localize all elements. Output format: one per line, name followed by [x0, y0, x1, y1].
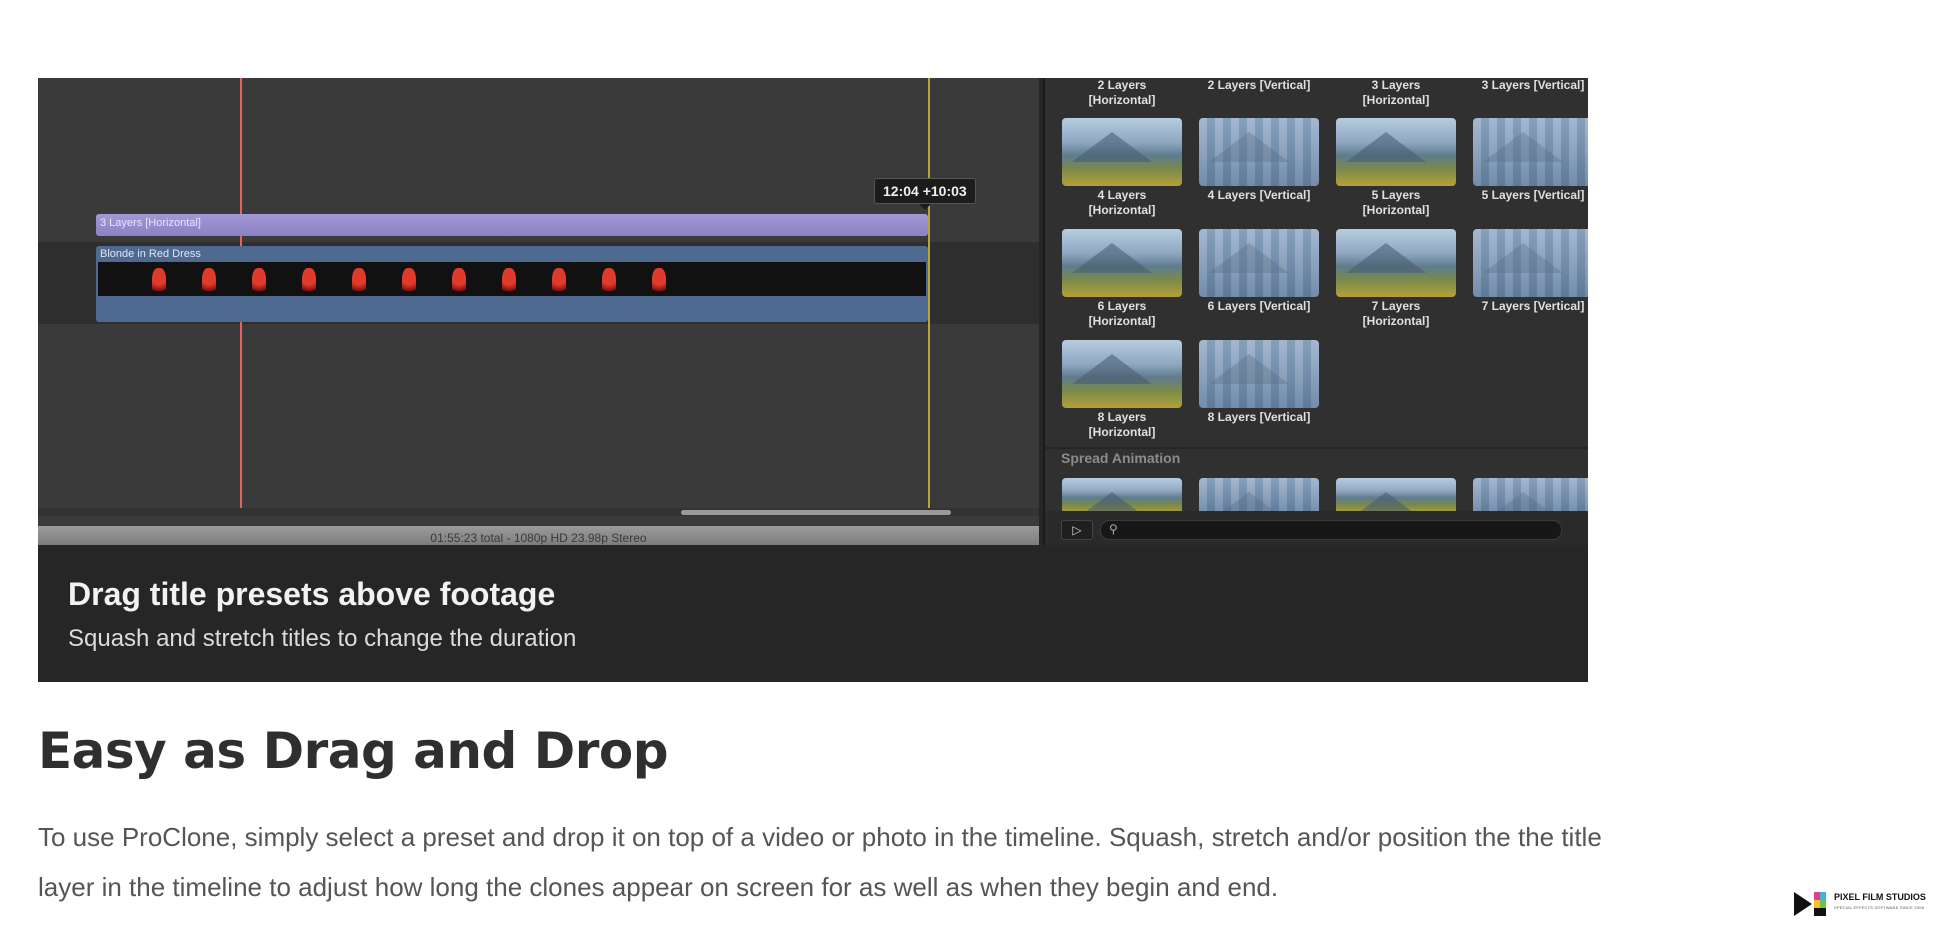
preset-item[interactable]: 2 Layers [Horizontal] — [1062, 78, 1182, 116]
frame-thumbnail — [202, 268, 216, 296]
status-bar: 01:55:23 total - 1080p HD 23.98p Stereo — [38, 526, 1039, 545]
caption-subtitle: Squash and stretch titles to change the … — [68, 625, 577, 652]
sidebar-toggle-button[interactable]: ▷ — [1061, 520, 1093, 540]
preset-thumbnail[interactable] — [1473, 118, 1588, 186]
logo-tagline: SPECIAL EFFECTS SOFTWARE SINCE 2008 — [1834, 905, 1925, 910]
preset-label: 7 Layers [Vertical] — [1481, 299, 1585, 313]
frame-thumbnail — [452, 268, 466, 296]
preset-label: 7 Layers [Horizontal] — [1362, 299, 1430, 328]
frame-thumbnail — [352, 268, 366, 296]
frame-thumbnail — [502, 268, 516, 296]
section-label: Spread Animation — [1061, 450, 1181, 466]
preset-label: 8 Layers [Horizontal] — [1088, 410, 1156, 439]
pixel-film-studios-logo[interactable]: PIXEL FILM STUDIOS SPECIAL EFFECTS SOFTW… — [1792, 888, 1932, 920]
timeline[interactable]: 12:04 +10:03 3 Layers [Horizontal] Blond… — [38, 78, 1039, 545]
browser-footer: ▷ ⚲ — [1045, 511, 1588, 545]
preset-thumbnail[interactable] — [1473, 229, 1588, 297]
logo-icon — [1792, 890, 1828, 918]
preset-label: 2 Layers [Vertical] — [1207, 78, 1311, 92]
title-clip-label: 3 Layers [Horizontal] — [100, 217, 201, 229]
preset-item[interactable]: 6 Layers [Vertical] — [1199, 227, 1319, 338]
preset-thumbnail[interactable] — [1336, 118, 1456, 186]
preset-thumbnail[interactable] — [1336, 478, 1456, 514]
playhead-line[interactable] — [928, 78, 930, 508]
preset-item[interactable]: 8 Layers [Horizontal] — [1062, 338, 1182, 449]
preset-thumbnail[interactable] — [1336, 229, 1456, 297]
frame-thumbnail — [652, 268, 666, 296]
preset-label: 3 Layers [Horizontal] — [1362, 78, 1430, 107]
preset-thumbnail[interactable] — [1062, 478, 1182, 514]
preset-label: 3 Layers [Vertical] — [1481, 78, 1585, 92]
search-input[interactable]: ⚲ — [1100, 520, 1562, 540]
titles-browser[interactable]: 2 Layers [Horizontal] 2 Layers [Vertical]… — [1043, 78, 1588, 545]
preset-grid: 2 Layers [Horizontal] 2 Layers [Vertical]… — [1062, 78, 1588, 449]
scrollbar-thumb[interactable] — [681, 510, 951, 515]
preset-thumbnail[interactable] — [1062, 118, 1182, 186]
section-body: To use ProClone, simply select a preset … — [38, 822, 1602, 902]
section-divider — [1045, 447, 1588, 449]
preset-thumbnail[interactable] — [1199, 118, 1319, 186]
search-icon: ⚲ — [1109, 522, 1118, 536]
frame-thumbnail — [302, 268, 316, 296]
title-clip[interactable]: 3 Layers [Horizontal] — [96, 214, 928, 236]
video-clip[interactable]: Blonde in Red Dress — [96, 246, 928, 322]
preset-item[interactable]: 3 Layers [Vertical] — [1473, 78, 1588, 116]
preset-thumbnail[interactable] — [1062, 340, 1182, 408]
preset-thumbnail[interactable] — [1473, 478, 1588, 514]
section-heading: Easy as Drag and Drop — [38, 722, 669, 780]
caption-title: Drag title presets above footage — [68, 576, 556, 612]
preset-item[interactable]: 4 Layers [Vertical] — [1199, 116, 1319, 227]
preset-item[interactable]: 7 Layers [Horizontal] — [1336, 227, 1456, 338]
preset-label: 4 Layers [Vertical] — [1207, 188, 1311, 202]
preset-label: 4 Layers [Horizontal] — [1088, 188, 1156, 217]
preset-item[interactable]: 5 Layers [Vertical] — [1473, 116, 1588, 227]
frame-thumbnail — [602, 268, 616, 296]
preset-thumbnail[interactable] — [1199, 229, 1319, 297]
preset-label: 8 Layers [Vertical] — [1207, 410, 1311, 424]
frame-thumbnail — [252, 268, 266, 296]
frame-thumbnail — [152, 268, 166, 296]
preset-item[interactable]: 4 Layers [Horizontal] — [1062, 116, 1182, 227]
preset-label: 6 Layers [Horizontal] — [1088, 299, 1156, 328]
screenshot-image: 12:04 +10:03 3 Layers [Horizontal] Blond… — [38, 78, 1588, 682]
preset-item[interactable]: 5 Layers [Horizontal] — [1336, 116, 1456, 227]
frame-thumbnail — [402, 268, 416, 296]
preset-thumbnail[interactable] — [1199, 478, 1319, 514]
preset-label: 6 Layers [Vertical] — [1207, 299, 1311, 313]
preset-thumbnail[interactable] — [1062, 229, 1182, 297]
preset-label: 2 Layers [Horizontal] — [1088, 78, 1156, 107]
timecode-tooltip: 12:04 +10:03 — [874, 178, 976, 210]
preset-item[interactable]: 8 Layers [Vertical] — [1199, 338, 1319, 449]
preset-thumbnail[interactable] — [1199, 340, 1319, 408]
preset-item[interactable]: 3 Layers [Horizontal] — [1336, 78, 1456, 116]
logo-name: PIXEL FILM STUDIOS — [1834, 892, 1926, 902]
spread-animation-row — [1062, 478, 1588, 514]
preset-label: 5 Layers [Vertical] — [1481, 188, 1585, 202]
preset-item[interactable]: 7 Layers [Vertical] — [1473, 227, 1588, 338]
video-clip-label: Blonde in Red Dress — [100, 248, 201, 260]
frame-thumbnail — [552, 268, 566, 296]
preset-item[interactable]: 2 Layers [Vertical] — [1199, 78, 1319, 116]
preset-label: 5 Layers [Horizontal] — [1362, 188, 1430, 217]
preset-item[interactable]: 6 Layers [Horizontal] — [1062, 227, 1182, 338]
filmstrip — [98, 262, 926, 296]
